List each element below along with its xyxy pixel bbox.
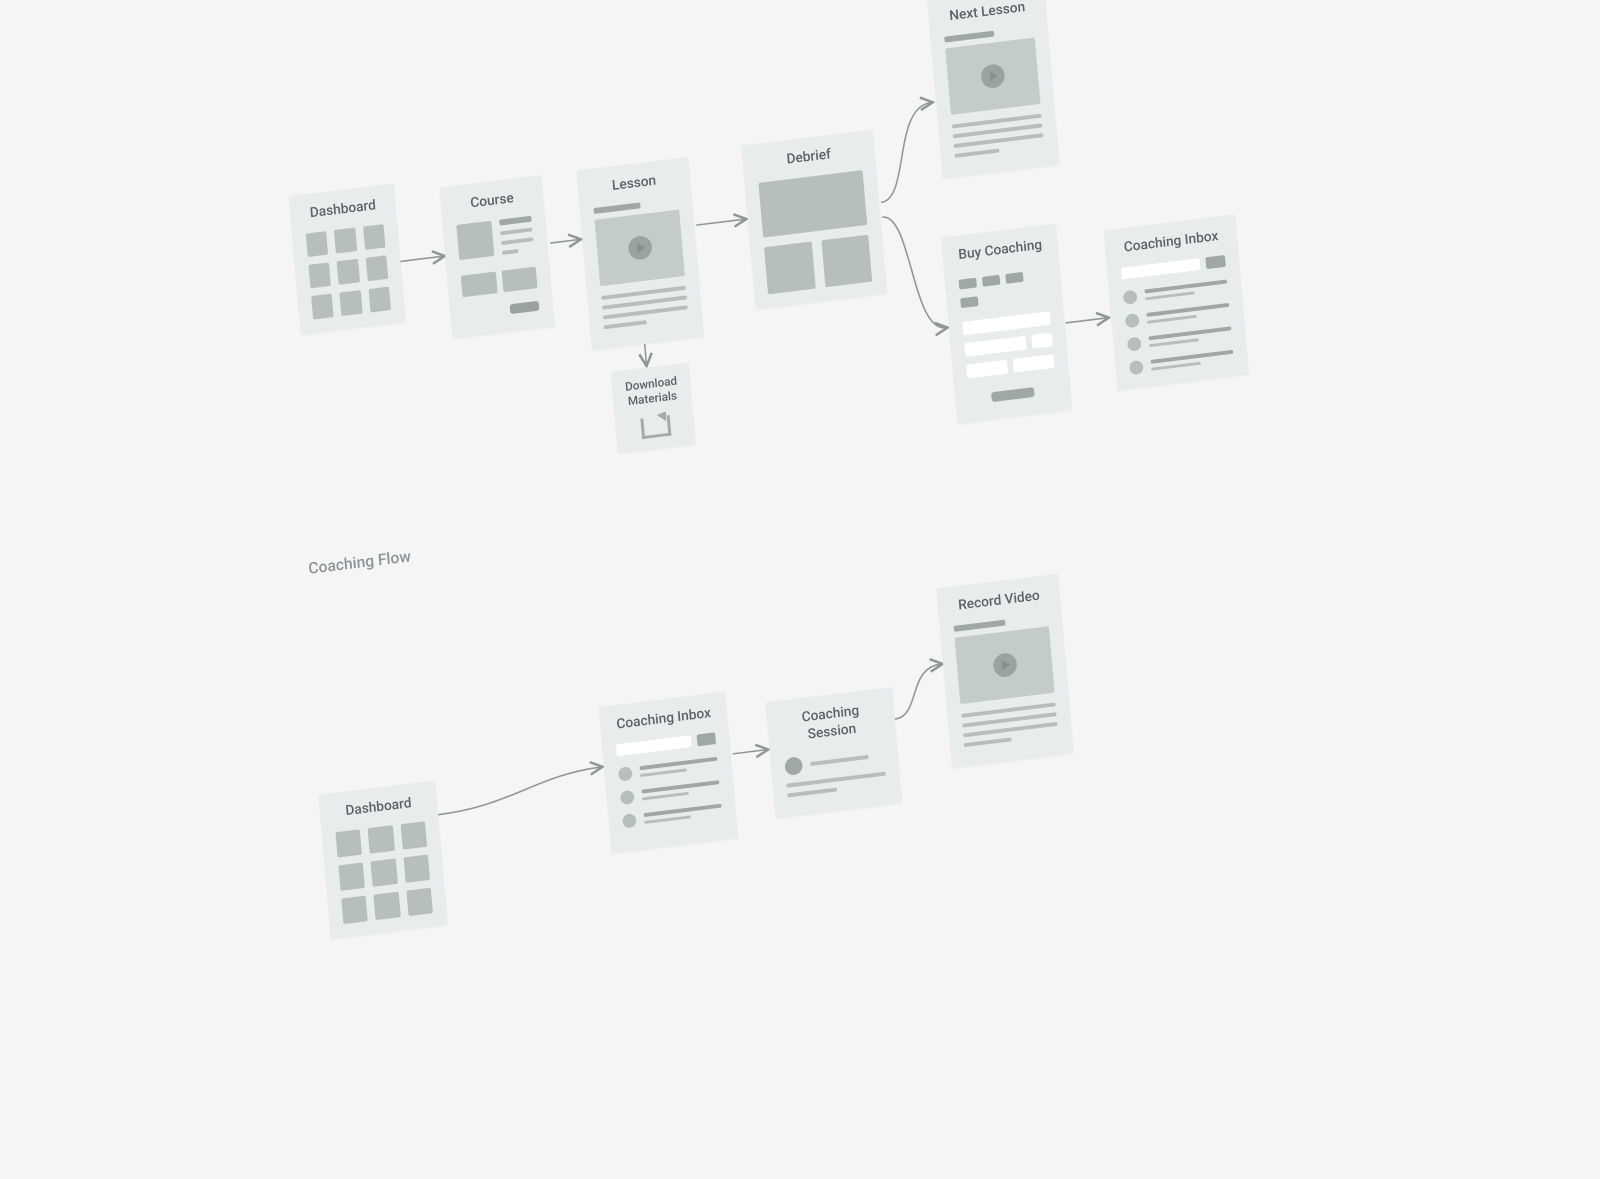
play-icon [992, 652, 1017, 678]
card-title: Buy Coaching [956, 237, 1045, 265]
card-title: Record Video [951, 587, 1047, 616]
inbox-item [622, 802, 722, 828]
search-button [1205, 255, 1226, 269]
inbox-item [620, 779, 720, 805]
card-title: Course [454, 188, 530, 214]
card-course: Course [439, 175, 554, 338]
inbox-item [1123, 278, 1228, 304]
play-icon [980, 63, 1005, 89]
inbox-item [1129, 348, 1234, 374]
video-placeholder [594, 209, 684, 286]
card-download-materials: DownloadMaterials [611, 362, 696, 454]
inbox-item [1125, 301, 1230, 327]
card-title: DownloadMaterials [619, 373, 684, 410]
inbox-item [1127, 325, 1232, 351]
card-coaching-inbox: Coaching Inbox [1104, 214, 1249, 390]
submit-pill [991, 387, 1035, 402]
video-placeholder [945, 37, 1040, 114]
card-next-lesson: Next Lesson [927, 0, 1059, 179]
hero-block [758, 170, 867, 237]
card-dashboard-2: Dashboard [318, 781, 447, 939]
card-buy-coaching: Buy Coaching [941, 223, 1072, 423]
share-icon [640, 414, 669, 439]
cta-pill [509, 300, 539, 313]
card-title: Coaching Inbox [1118, 228, 1224, 258]
card-title: Lesson [591, 170, 677, 197]
card-coaching-session: Coaching Session [766, 687, 903, 819]
form-field [962, 311, 1051, 335]
card-title: Coaching Inbox [613, 705, 714, 734]
card-title: Debrief [756, 143, 862, 173]
section-coaching-flow: Coaching Flow [308, 547, 412, 578]
search-field [1121, 258, 1201, 279]
avatar-icon [784, 756, 803, 776]
card-dashboard: Dashboard [289, 183, 406, 334]
inbox-item [618, 755, 718, 781]
card-title: Dashboard [303, 197, 382, 224]
hero-thumb [456, 220, 494, 259]
card-title: Next Lesson [942, 0, 1033, 26]
thumb [306, 231, 329, 257]
card-coaching-inbox-2: Coaching Inbox [599, 692, 738, 854]
card-record-video: Record Video [936, 574, 1073, 768]
card-title: Coaching Session [780, 700, 882, 746]
play-icon [627, 234, 652, 260]
card-lesson: Lesson [576, 157, 704, 350]
card-title: Dashboard [333, 794, 424, 822]
video-placeholder [954, 626, 1054, 704]
card-debrief: Debrief [741, 129, 887, 309]
